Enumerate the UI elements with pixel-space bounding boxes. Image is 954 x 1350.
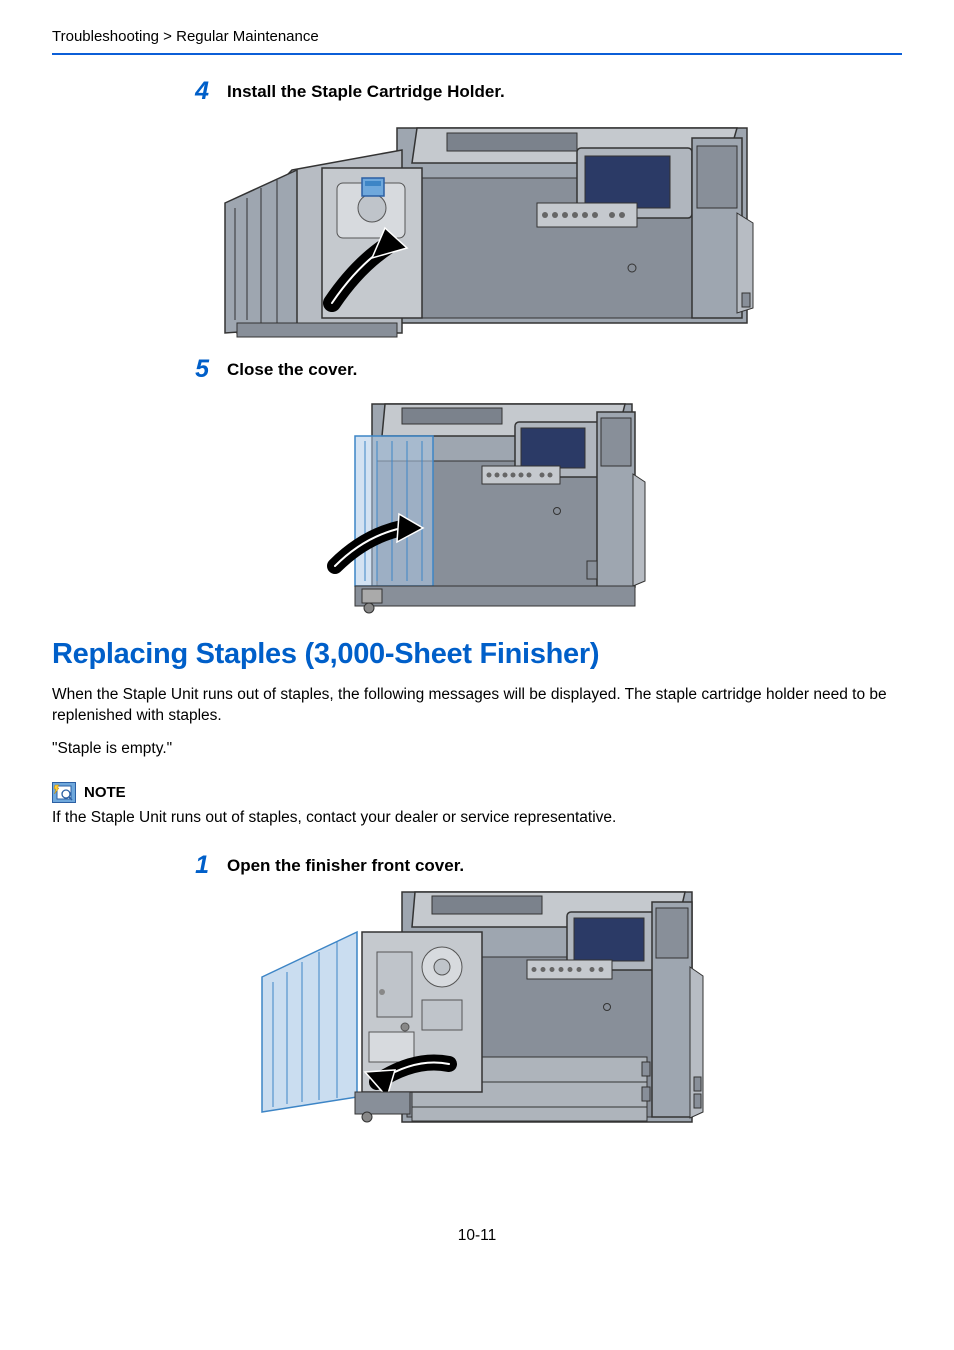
step-5-figure: [52, 386, 902, 616]
step-4-row: 4 Install the Staple Cartridge Holder.: [52, 79, 902, 104]
step-4-figure: [52, 108, 902, 343]
section-intro-paragraph: When the Staple Unit runs out of staples…: [52, 685, 902, 727]
step-5-row: 5 Close the cover.: [52, 357, 902, 382]
breadcrumb: Troubleshooting > Regular Maintenance: [52, 28, 902, 55]
step-1-row: 1 Open the finisher front cover.: [52, 853, 902, 878]
step-4-number: 4: [52, 79, 227, 104]
section-title-replacing-staples: Replacing Staples (3,000-Sheet Finisher): [52, 638, 902, 671]
step-1-number: 1: [52, 853, 227, 878]
step-5-title: Close the cover.: [227, 360, 357, 380]
section-message-example: "Staple is empty.": [52, 739, 902, 760]
note-label: NOTE: [84, 784, 126, 801]
note-text: If the Staple Unit runs out of staples, …: [52, 809, 902, 827]
step-1-title: Open the finisher front cover.: [227, 856, 464, 876]
step-4-title: Install the Staple Cartridge Holder.: [227, 82, 505, 102]
note-box: NOTE If the Staple Unit runs out of stap…: [52, 772, 902, 827]
step-5-number: 5: [52, 357, 227, 382]
note-icon: [52, 782, 76, 803]
page-number: 10-11: [52, 1227, 902, 1245]
step-1-figure: [52, 882, 902, 1137]
